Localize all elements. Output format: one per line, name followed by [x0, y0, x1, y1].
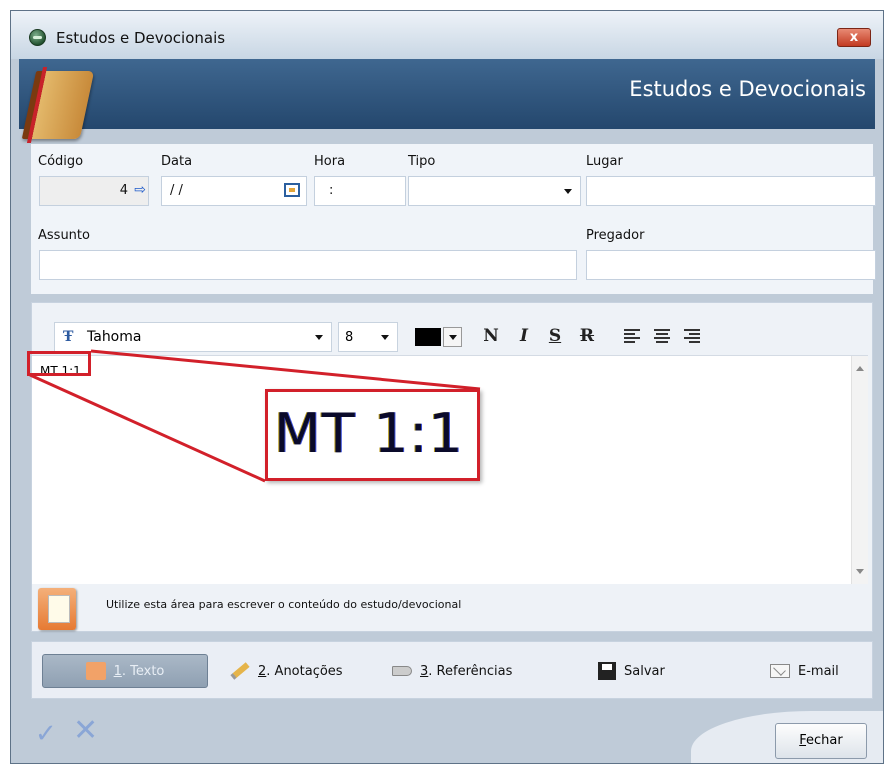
strikethrough-button[interactable]: R: [576, 325, 598, 347]
codigo-value: 4: [119, 183, 128, 198]
color-picker[interactable]: [410, 322, 466, 352]
font-select[interactable]: Ŧ Tahoma: [54, 322, 332, 352]
align-right-icon[interactable]: [684, 329, 700, 343]
header-banner: Estudos e Devocionais: [19, 59, 875, 129]
size-value: 8: [345, 330, 354, 345]
fechar-label: echar: [806, 733, 843, 748]
hora-label: Hora: [314, 154, 346, 169]
email-button[interactable]: E-mail: [770, 654, 839, 688]
assunto-field[interactable]: [39, 250, 577, 280]
mail-icon: [770, 664, 790, 678]
email-label: E-mail: [798, 663, 839, 679]
color-dropdown-button[interactable]: [443, 327, 462, 347]
tab-texto-label: . Texto: [121, 663, 165, 679]
save-icon: [598, 662, 616, 680]
tabs-panel: 1. Texto 2. Anotações 3. Referências Sal…: [31, 641, 873, 699]
hint-bar: Utilize esta área para escrever o conteú…: [32, 583, 872, 631]
tag-icon: [392, 666, 412, 676]
chevron-down-icon: [564, 189, 572, 194]
align-left-icon[interactable]: [624, 329, 640, 343]
tab-texto-num: 1: [113, 663, 122, 679]
tipo-select[interactable]: [408, 176, 581, 206]
data-value: / /: [170, 183, 183, 198]
chevron-down-icon: [315, 335, 323, 340]
close-icon: x: [849, 30, 859, 45]
pregador-label: Pregador: [586, 228, 645, 243]
callout-source-highlight: [27, 351, 91, 376]
hora-field[interactable]: :: [314, 176, 406, 206]
close-dialog-button[interactable]: Fechar: [775, 723, 867, 759]
scroll-up-icon[interactable]: [856, 366, 864, 371]
color-swatch: [415, 328, 441, 346]
tipo-label: Tipo: [408, 154, 436, 169]
tab-referencias-label: . Referências: [428, 663, 513, 679]
pregador-field[interactable]: [586, 250, 876, 280]
window-title: Estudos e Devocionais: [56, 29, 226, 47]
data-label: Data: [161, 154, 193, 169]
format-toolbar: Ŧ Tahoma 8 N I S R: [32, 303, 872, 355]
size-select[interactable]: 8: [338, 322, 398, 352]
hora-value: :: [329, 183, 334, 198]
tab-anotacoes-label: . Anotações: [266, 663, 343, 679]
folder-icon: [85, 662, 106, 680]
header-title: Estudos e Devocionais: [629, 77, 866, 101]
lugar-label: Lugar: [586, 154, 623, 169]
italic-button[interactable]: I: [513, 325, 535, 347]
tab-anotacoes[interactable]: 2. Anotações: [230, 654, 343, 688]
save-button[interactable]: Salvar: [598, 654, 665, 688]
hint-text: Utilize esta área para escrever o conteú…: [106, 598, 462, 611]
lugar-field[interactable]: [586, 176, 876, 206]
font-value: Tahoma: [87, 329, 142, 345]
close-button[interactable]: x: [837, 28, 871, 47]
title-bar: Estudos e Devocionais x: [11, 11, 883, 59]
tab-referencias-num: 3: [420, 663, 429, 679]
codigo-field[interactable]: 4 ⇨: [39, 176, 149, 206]
editor-scrollbar[interactable]: [851, 356, 868, 584]
chevron-down-icon: [381, 335, 389, 340]
calendar-icon[interactable]: [284, 183, 300, 197]
bottom-bar: ✓ ✕ Fechar: [11, 699, 883, 763]
check-icon[interactable]: ✓: [35, 719, 57, 749]
pencil-icon: [230, 662, 250, 680]
save-label: Salvar: [624, 663, 665, 679]
callout-text: MT 1:1: [274, 402, 464, 465]
data-field[interactable]: / /: [161, 176, 307, 206]
scroll-down-icon[interactable]: [856, 569, 864, 574]
arrow-right-icon[interactable]: ⇨: [128, 183, 146, 197]
assunto-label: Assunto: [38, 228, 90, 243]
fechar-accel: F: [799, 733, 807, 748]
form-panel: Código 4 ⇨ Data / / Hora : Tipo Lugar As…: [31, 144, 876, 294]
tab-texto[interactable]: 1. Texto: [42, 654, 208, 688]
align-center-icon[interactable]: [654, 329, 670, 343]
app-icon: [29, 29, 46, 46]
codigo-label: Código: [38, 154, 84, 169]
font-icon: Ŧ: [63, 329, 74, 345]
underline-button[interactable]: S: [544, 325, 566, 347]
bold-button[interactable]: N: [480, 325, 502, 347]
window: Estudos e Devocionais x Estudos e Devoci…: [10, 10, 884, 764]
folder-icon: [38, 588, 76, 630]
tab-anotacoes-num: 2: [258, 663, 267, 679]
x-icon[interactable]: ✕: [73, 713, 98, 748]
tab-referencias[interactable]: 3. Referências: [392, 654, 512, 688]
zoom-callout: MT 1:1: [265, 389, 480, 481]
